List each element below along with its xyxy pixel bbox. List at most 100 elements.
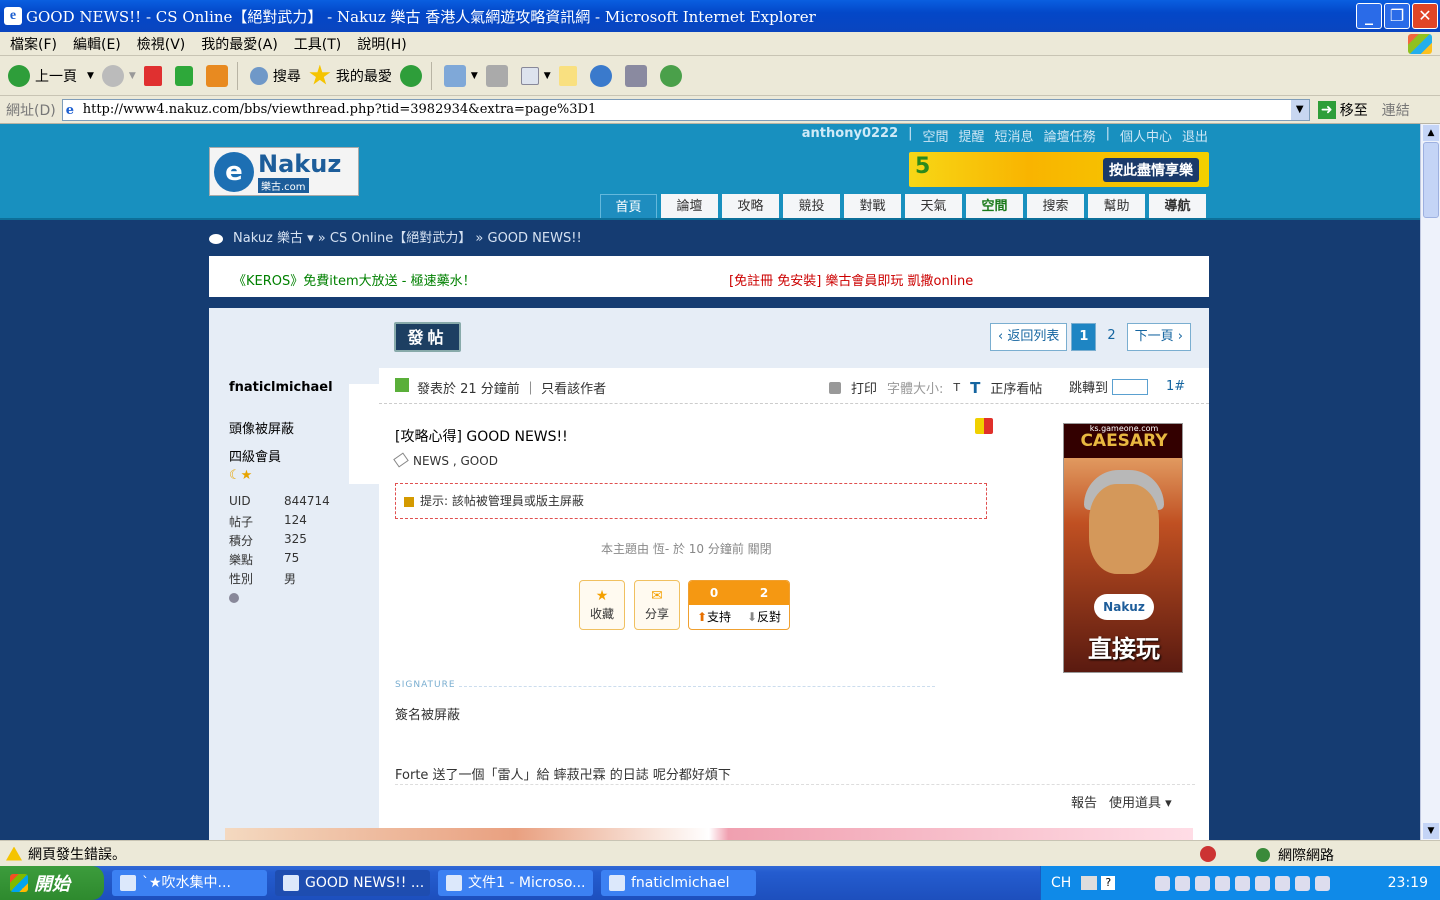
vertical-scrollbar[interactable]: ▲ ▼ (1420, 124, 1440, 840)
search-button[interactable]: 搜尋 (249, 66, 301, 86)
tab-space[interactable]: 空間 (966, 194, 1023, 220)
tab-help[interactable]: 幫助 (1088, 194, 1145, 220)
scroll-thumb[interactable] (1423, 142, 1439, 218)
task-good-news[interactable]: GOOD NEWS!! ... (275, 870, 430, 896)
status-text[interactable]: 網頁發生錯誤。 (28, 844, 126, 864)
menu-edit[interactable]: 編輯(E) (73, 34, 121, 54)
username-link[interactable]: anthony0222 (802, 126, 898, 145)
tab-weather[interactable]: 天氣 (905, 194, 962, 220)
caesary-side-ad[interactable]: CAESARY ks.gameone.com Nakuz 直接玩 (1063, 423, 1183, 673)
report-link[interactable]: 報告 (1071, 792, 1097, 811)
gift-notice[interactable]: Forte 送了一個「雷人」給 蟀菽卍霖 的日誌 呢分都好煩下 (395, 764, 731, 783)
scroll-up-icon[interactable]: ▲ (1423, 125, 1439, 141)
task-folder[interactable]: fnaticlmichael (601, 870, 756, 896)
scroll-down-icon[interactable]: ▼ (1423, 823, 1439, 839)
task-word-doc[interactable]: 文件1 - Microso... (438, 870, 593, 896)
nav-space-link[interactable]: 空間 (923, 126, 949, 145)
keyboard-icon[interactable] (1081, 876, 1098, 890)
links-button[interactable]: 連結 (1382, 100, 1410, 120)
tab-search[interactable]: 搜索 (1027, 194, 1084, 220)
menu-view[interactable]: 檢視(V) (137, 34, 186, 54)
ad-link-caesary[interactable]: [免註冊 免安裝] 樂古會員即玩 凱撒online (729, 270, 973, 289)
clock[interactable]: 23:19 (1388, 875, 1428, 891)
refresh-button[interactable] (174, 65, 198, 86)
nav-reminder-link[interactable]: 提醒 (959, 126, 985, 145)
font-large-button[interactable]: T (970, 379, 980, 397)
address-input[interactable]: http://www4.nakuz.com/bbs/viewthread.php… (61, 98, 1310, 121)
tray-update-icon[interactable] (1295, 875, 1311, 891)
menu-favorites[interactable]: 我的最愛(A) (201, 34, 278, 54)
oppose-button[interactable]: ⬇反對 (747, 605, 781, 629)
nav-message-link[interactable]: 短消息 (995, 126, 1034, 145)
favorites-button[interactable]: 我的最愛 (309, 64, 392, 87)
menu-file[interactable]: 檔案(F) (10, 34, 57, 54)
history-button[interactable] (399, 64, 427, 87)
share-button[interactable]: ✉ 分享 (634, 580, 680, 630)
next-page-button[interactable]: 下一頁 › (1126, 323, 1191, 351)
blocked-popup-icon[interactable] (1200, 846, 1216, 862)
page-1[interactable]: 1 (1071, 323, 1097, 351)
new-post-button[interactable]: 發帖 (394, 322, 461, 352)
header-banner[interactable]: 5 按此盡情享樂 (909, 152, 1209, 187)
tray-signal-icon[interactable] (1175, 875, 1191, 891)
author-name[interactable]: fnaticlmichael (229, 380, 333, 395)
breadcrumb-text[interactable]: Nakuz 樂古 ▾ » CS Online【絕對武力】 » GOOD NEWS… (233, 231, 582, 246)
tray-security-icon[interactable] (1235, 875, 1251, 891)
support-button[interactable]: ⬆支持 (697, 605, 731, 629)
order-link[interactable]: 正序看帖 (990, 378, 1042, 397)
help-icon[interactable]: ? (1101, 876, 1116, 890)
messenger-button[interactable] (589, 64, 617, 87)
mail-button[interactable]: ▼ (443, 64, 478, 87)
chevron-down-icon[interactable]: ▼ (1290, 99, 1309, 120)
font-small-button[interactable]: T (953, 381, 960, 394)
users-icon (659, 64, 682, 87)
stop-button[interactable] (143, 65, 167, 86)
task-forum[interactable]: `★吹水集中... (112, 870, 267, 896)
tag-good[interactable]: GOOD (461, 454, 498, 468)
tray-chart-icon[interactable] (1195, 875, 1211, 891)
warning-icon[interactable] (6, 846, 22, 861)
nav-task-link[interactable]: 論壇任務 (1044, 126, 1096, 145)
close-button[interactable]: ✕ (1412, 3, 1438, 29)
language-indicator[interactable]: CH (1051, 875, 1071, 891)
use-tool-link[interactable]: 使用道具 ▾ (1109, 792, 1172, 811)
home-button[interactable] (205, 64, 233, 87)
tag-news[interactable]: NEWS (413, 454, 449, 468)
minimize-button[interactable]: _ (1356, 3, 1382, 29)
page-2[interactable]: 2 (1100, 323, 1122, 351)
tab-battle[interactable]: 對戰 (844, 194, 901, 220)
tab-guide[interactable]: 攻略 (722, 194, 779, 220)
start-button[interactable]: 開始 (0, 866, 104, 900)
nav-logout-link[interactable]: 退出 (1182, 126, 1208, 145)
closed-notice: 本主題由 恆- 於 10 分鐘前 關閉 (601, 542, 772, 556)
tray-network-icon[interactable] (1155, 875, 1171, 891)
back-button[interactable]: 上一頁 ▼ (8, 64, 94, 87)
menu-tools[interactable]: 工具(T) (294, 34, 341, 54)
tab-auction[interactable]: 競投 (783, 194, 840, 220)
go-button[interactable]: 移至 (1318, 100, 1368, 120)
favorite-button[interactable]: ★ 收藏 (579, 580, 625, 630)
tray-shield-icon[interactable] (1215, 875, 1231, 891)
edit-button[interactable]: ▼ (520, 66, 551, 85)
back-to-list-button[interactable]: ‹ 返回列表 (989, 323, 1068, 351)
jump-input[interactable] (1112, 378, 1149, 395)
post-time[interactable]: 發表於 21 分鐘前 ｜ 只看該作者 (417, 378, 606, 397)
ad-link-keros[interactable]: 《KEROS》免費item大放送 - 極速藥水！ (233, 270, 476, 289)
discuss-button[interactable] (558, 65, 582, 86)
tray-volume-icon[interactable] (1255, 875, 1271, 891)
tab-home[interactable]: 首頁 (600, 194, 657, 220)
tab-navigation[interactable]: 導航 (1149, 194, 1206, 220)
menu-help[interactable]: 說明(H) (357, 34, 406, 54)
users-button[interactable] (659, 64, 687, 87)
bottom-banner-strip[interactable] (225, 828, 1193, 840)
nav-profile-link[interactable]: 個人中心 (1120, 126, 1172, 145)
tray-messenger-icon[interactable] (1275, 875, 1291, 891)
tab-forum[interactable]: 論壇 (661, 194, 718, 220)
print-button[interactable] (485, 64, 513, 87)
print-link[interactable]: 打印 (851, 378, 877, 397)
site-logo[interactable]: e Nakuz 樂古.com (209, 147, 359, 196)
tray-app-icon[interactable] (1315, 875, 1331, 891)
maximize-button[interactable]: ❐ (1384, 3, 1410, 29)
forward-button[interactable]: ▼ (101, 64, 136, 87)
research-button[interactable] (624, 64, 652, 87)
